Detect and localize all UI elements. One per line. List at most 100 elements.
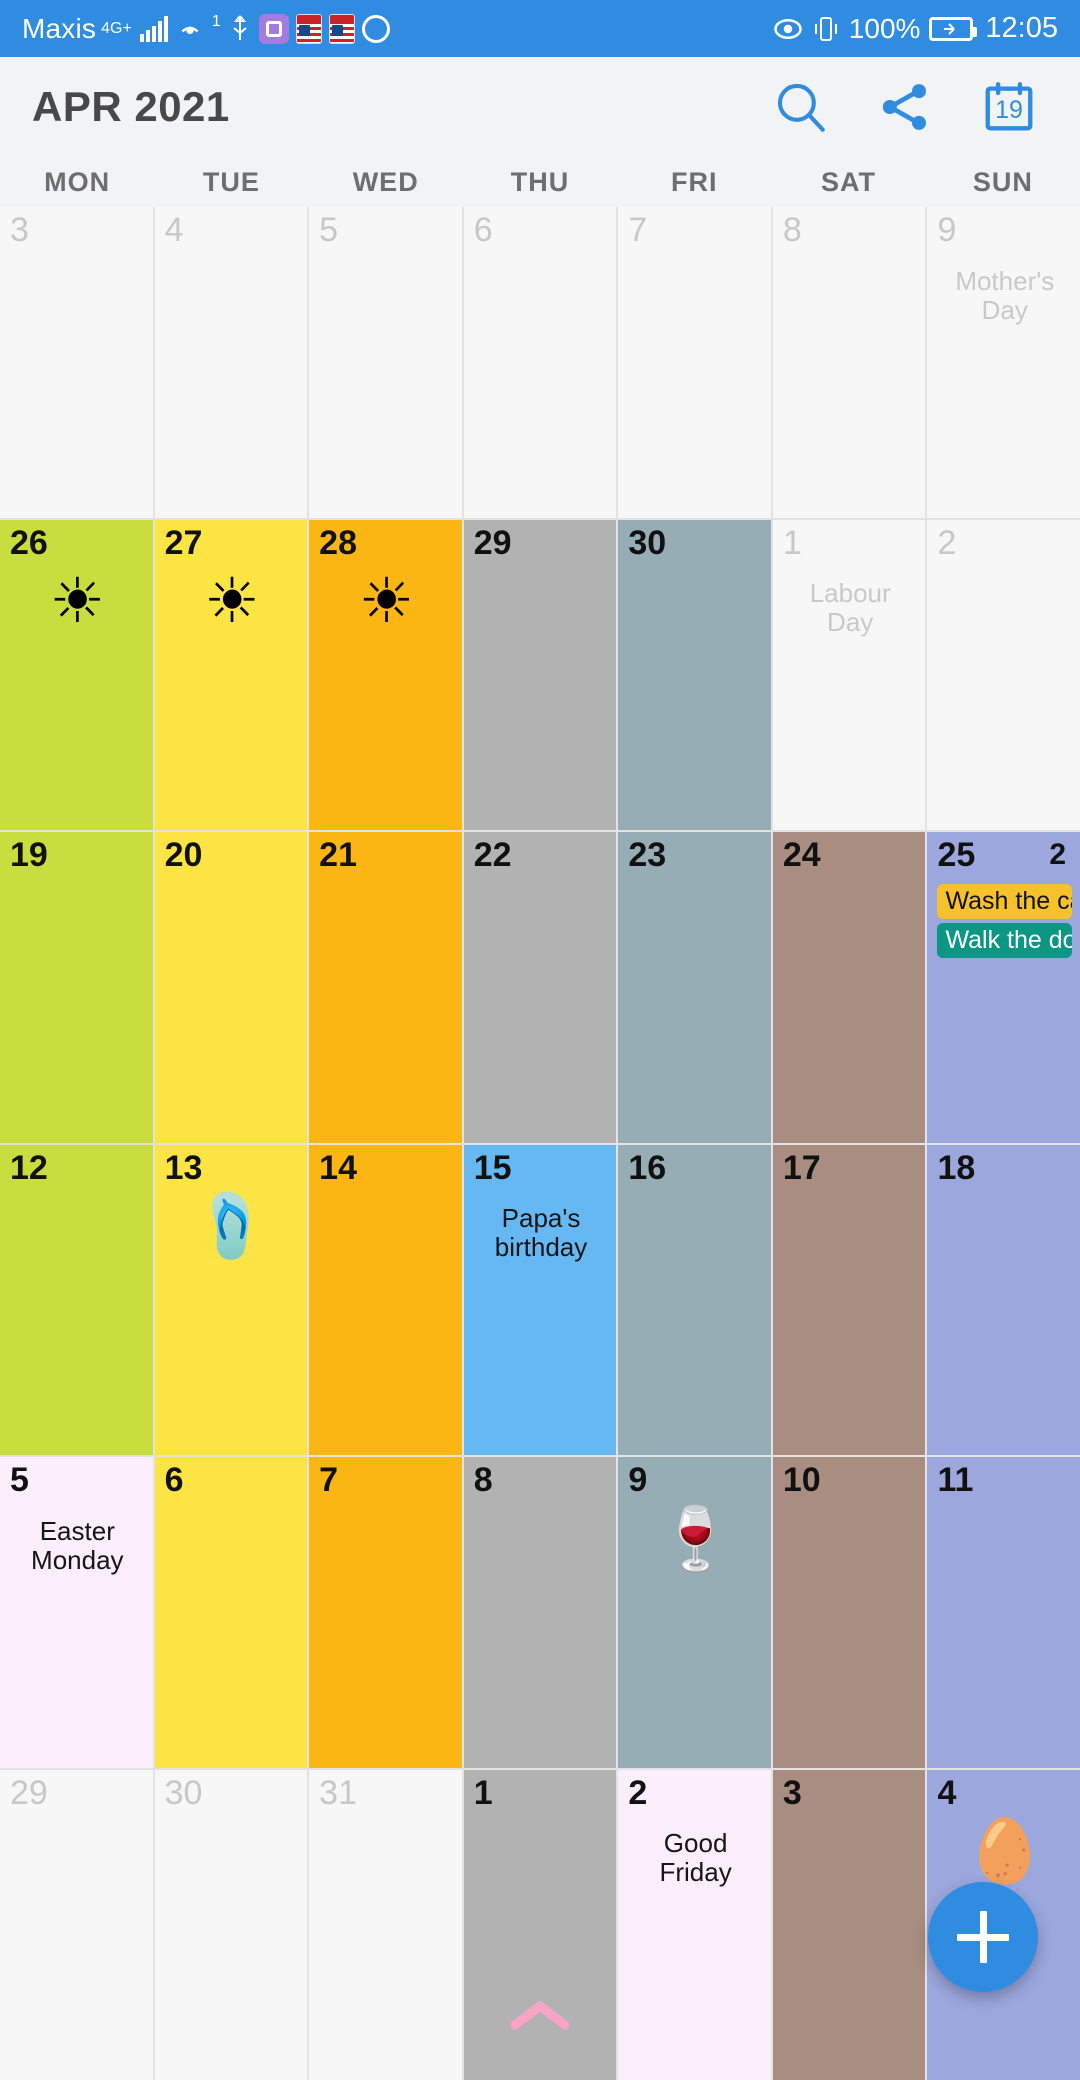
day-cell-30[interactable]: 30 bbox=[154, 1769, 308, 2080]
calendar-week-row: 5 Easter Monday 6 7 8 9 🍷 10 11 bbox=[0, 1457, 1080, 1768]
event-count-badge: 2 bbox=[1049, 838, 1067, 871]
day-number: 29 bbox=[10, 1773, 48, 1812]
day-cell-30[interactable]: 30 bbox=[618, 519, 771, 830]
battery-percent-label: 100% bbox=[848, 12, 921, 44]
today-icon[interactable]: 19 bbox=[978, 76, 1040, 138]
calendar-week-row: 3 4 5 6 7 8 9 Mother's Day bbox=[0, 207, 1080, 518]
weekday-tue: TUE bbox=[202, 166, 260, 197]
day-number: 10 bbox=[782, 1461, 821, 1499]
day-number: 4 bbox=[164, 211, 184, 249]
day-number: 7 bbox=[319, 1461, 339, 1499]
day-number: 3 bbox=[782, 1773, 802, 1812]
day-number: 24 bbox=[782, 836, 821, 874]
day-cell-10[interactable]: 10 bbox=[772, 1457, 926, 1768]
day-cell-29[interactable]: 29 bbox=[463, 519, 617, 830]
day-cell-13[interactable]: 13 🩴 bbox=[154, 1144, 308, 1455]
day-cell-21[interactable]: 21 bbox=[309, 832, 462, 1143]
day-number: 28 bbox=[319, 523, 357, 562]
day-cell-2[interactable]: 2 Good Friday bbox=[618, 1769, 771, 2080]
flag-us-icon bbox=[295, 13, 322, 44]
day-cell-11[interactable]: 11 bbox=[927, 1457, 1080, 1768]
day-cell-8[interactable]: 8 bbox=[463, 1457, 617, 1768]
vibrate-icon bbox=[812, 14, 840, 44]
day-number: 22 bbox=[473, 836, 512, 874]
search-icon[interactable] bbox=[770, 76, 832, 138]
day-cell-2[interactable]: 2 bbox=[927, 519, 1080, 830]
day-cell-7[interactable]: 7 bbox=[618, 207, 771, 518]
day-cell-6[interactable]: 6 bbox=[463, 207, 617, 518]
today-day-label: 19 bbox=[995, 95, 1023, 124]
flag-my-icon bbox=[328, 13, 355, 44]
day-number: 16 bbox=[628, 1148, 667, 1187]
day-cell-25[interactable]: 252Wash the carWalk the dog bbox=[927, 832, 1080, 1143]
day-cell-20[interactable]: 20 bbox=[154, 832, 308, 1143]
sun-emoji: ☀ bbox=[358, 567, 415, 637]
day-cell-26[interactable]: 26 ☀ bbox=[0, 519, 153, 830]
page-title[interactable]: APR 2021 bbox=[32, 83, 770, 131]
add-event-button[interactable] bbox=[928, 1882, 1038, 1992]
day-cell-7[interactable]: 7 bbox=[309, 1457, 462, 1768]
event-chip[interactable]: Walk the dog bbox=[937, 922, 1073, 959]
event-chip[interactable]: Wash the car bbox=[937, 883, 1073, 919]
day-cell-31[interactable]: 31 bbox=[309, 1769, 462, 2080]
day-cell-24[interactable]: 24 bbox=[772, 832, 926, 1143]
day-cell-15[interactable]: 15 Papa's birthday bbox=[463, 1144, 617, 1455]
status-bar-left: Maxis 4G+ 1 bbox=[22, 13, 773, 45]
day-number: 6 bbox=[473, 211, 493, 249]
day-cell-9[interactable]: 9 🍷 bbox=[618, 1457, 771, 1768]
weekday-fri: FRI bbox=[671, 166, 718, 197]
day-cell-6[interactable]: 6 bbox=[154, 1457, 308, 1768]
day-cell-1[interactable]: 1 Labour Day bbox=[772, 519, 926, 830]
day-cell-1[interactable]: 1 bbox=[463, 1769, 617, 2080]
day-cell-23[interactable]: 23 bbox=[618, 832, 771, 1143]
weekday-mon: MON bbox=[44, 166, 111, 197]
holiday-label: Mother's Day bbox=[955, 265, 1055, 325]
day-cell-17[interactable]: 17 bbox=[772, 1144, 926, 1455]
share-icon[interactable] bbox=[874, 76, 936, 138]
day-cell-22[interactable]: 22 bbox=[463, 832, 617, 1143]
day-number: 6 bbox=[164, 1461, 184, 1499]
whatsapp-icon bbox=[361, 14, 390, 43]
collapse-chevron-icon[interactable] bbox=[509, 1998, 571, 2032]
weekday-sat: SAT bbox=[821, 166, 877, 197]
status-bar: Maxis 4G+ 1 100% 12:05 bbox=[0, 0, 1080, 57]
day-number: 17 bbox=[782, 1148, 821, 1187]
day-number: 21 bbox=[319, 836, 357, 874]
day-cell-12[interactable]: 12 bbox=[0, 1144, 153, 1455]
day-cell-14[interactable]: 14 bbox=[309, 1144, 462, 1455]
day-number: 5 bbox=[10, 1461, 29, 1499]
day-number: 2 bbox=[937, 523, 957, 562]
day-cell-3[interactable]: 3 bbox=[0, 207, 153, 518]
day-number: 20 bbox=[164, 836, 203, 874]
eye-icon bbox=[773, 14, 803, 44]
day-number: 30 bbox=[628, 523, 667, 562]
calendar-week-row: 29 30 31 1 2 Good Friday 3 4 🥚 bbox=[0, 1769, 1080, 2080]
carrier-label: Maxis bbox=[22, 12, 97, 44]
day-cell-8[interactable]: 8 bbox=[772, 207, 926, 518]
day-number: 14 bbox=[319, 1148, 357, 1187]
day-number: 2 bbox=[628, 1773, 648, 1812]
day-cell-19[interactable]: 19 bbox=[0, 832, 153, 1143]
day-number: 8 bbox=[782, 211, 802, 249]
day-number: 7 bbox=[628, 211, 648, 249]
day-cell-5[interactable]: 5 Easter Monday bbox=[0, 1457, 153, 1768]
day-cell-3[interactable]: 3 bbox=[772, 1769, 926, 2080]
day-number: 27 bbox=[164, 523, 203, 562]
day-cell-27[interactable]: 27 ☀ bbox=[154, 519, 308, 830]
day-cell-16[interactable]: 16 bbox=[618, 1144, 771, 1455]
day-number: 9 bbox=[937, 211, 957, 249]
day-cell-4[interactable]: 4 bbox=[154, 207, 308, 518]
day-cell-28[interactable]: 28 ☀ bbox=[309, 519, 462, 830]
holiday-label: Good Friday bbox=[659, 1828, 732, 1888]
wine-cheese-emoji: 🍷 bbox=[657, 1504, 735, 1574]
day-cell-5[interactable]: 5 bbox=[309, 207, 462, 518]
day-number: 19 bbox=[10, 836, 48, 874]
day-cell-18[interactable]: 18 bbox=[927, 1144, 1080, 1455]
sun-emoji: ☀ bbox=[204, 567, 260, 637]
hotspot-count-label: 1 bbox=[211, 12, 221, 30]
holiday-label: Labour Day bbox=[809, 578, 891, 638]
calendar-week-row: 192021222324252Wash the carWalk the dog bbox=[0, 832, 1080, 1143]
day-cell-9[interactable]: 9 Mother's Day bbox=[927, 207, 1080, 518]
day-cell-29[interactable]: 29 bbox=[0, 1769, 153, 2080]
holiday-label: Easter Monday bbox=[31, 1515, 124, 1575]
